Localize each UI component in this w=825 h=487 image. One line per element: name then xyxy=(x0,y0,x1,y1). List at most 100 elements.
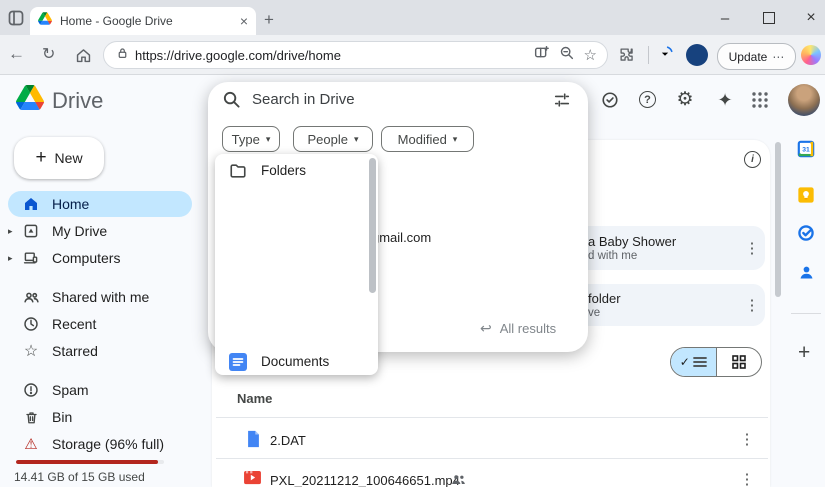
all-results-label: All results xyxy=(500,321,556,336)
tab-close-icon[interactable]: × xyxy=(240,13,248,29)
all-results-link[interactable]: ↩ All results xyxy=(480,320,556,337)
calendar-icon[interactable]: 31 xyxy=(797,140,815,163)
new-button[interactable]: + New xyxy=(14,137,104,179)
tasks-icon[interactable] xyxy=(797,224,815,247)
plus-icon: + xyxy=(35,147,46,169)
file-row[interactable]: 2.DAT ⋮ xyxy=(216,418,768,458)
browser-profile-avatar[interactable] xyxy=(686,44,708,66)
new-tab-button[interactable]: + xyxy=(264,10,274,30)
filter-chip-type[interactable]: Type ▾ xyxy=(222,126,280,152)
browser-tab[interactable]: Home - Google Drive × xyxy=(30,7,256,35)
search-icon[interactable] xyxy=(222,90,241,114)
chip-label: Modified xyxy=(398,132,447,147)
help-glyph: ? xyxy=(639,91,656,108)
favorites-star-icon[interactable]: ☆ xyxy=(584,46,597,64)
sidebar-item-my-drive[interactable]: ▸ My Drive xyxy=(0,218,200,244)
list-header-name[interactable]: Name xyxy=(237,391,272,406)
sidebar-item-starred[interactable]: ☆ Starred xyxy=(0,338,200,364)
sidebar-item-bin[interactable]: Bin xyxy=(0,404,200,430)
address-bar[interactable]: https://drive.google.com/drive/home ☆ xyxy=(103,41,608,69)
chevron-down-icon: ▾ xyxy=(453,134,458,145)
file-icon xyxy=(246,430,261,453)
sidebar-item-home[interactable]: Home xyxy=(0,191,200,217)
my-drive-icon xyxy=(22,222,40,240)
account-avatar[interactable] xyxy=(788,84,820,116)
side-panel-divider xyxy=(791,313,821,314)
sidebar-item-label: Recent xyxy=(52,316,96,332)
close-window-button[interactable]: × xyxy=(798,8,824,28)
view-toggle: ✓ xyxy=(670,347,762,377)
star-icon: ☆ xyxy=(22,342,40,360)
svg-text:31: 31 xyxy=(802,147,810,154)
card-subtitle: ve xyxy=(588,307,600,319)
file-row[interactable]: PXL_20211212_100646651.mp4 ⋮ xyxy=(216,458,768,487)
info-glyph: i xyxy=(744,151,761,168)
toolbar-divider xyxy=(648,46,649,64)
menu-item-documents[interactable]: Documents xyxy=(215,345,378,375)
card-more-icon[interactable]: ⋮ xyxy=(744,296,760,314)
file-name: 2.DAT xyxy=(270,433,306,448)
update-button[interactable]: Update ⋯ xyxy=(717,43,796,70)
gemini-sparkle-icon[interactable]: ✦ xyxy=(715,90,735,110)
expand-arrow-icon[interactable]: ▸ xyxy=(8,226,20,237)
copilot-icon[interactable] xyxy=(801,45,821,65)
downloads-icon[interactable] xyxy=(656,45,674,68)
sidebar-item-spam[interactable]: Spam xyxy=(0,377,200,403)
computers-icon xyxy=(22,249,40,267)
settings-gear-icon[interactable]: ⚙ xyxy=(675,90,695,110)
sidebar-item-recent[interactable]: Recent xyxy=(0,311,200,337)
keep-icon[interactable] xyxy=(797,186,815,209)
info-icon[interactable]: i xyxy=(744,151,761,168)
home-button[interactable] xyxy=(75,47,92,69)
search-input[interactable]: Search in Drive xyxy=(252,91,355,108)
zoom-out-icon[interactable] xyxy=(559,45,574,65)
tab-title: Home - Google Drive xyxy=(60,14,240,28)
storage-warning-icon: ⚠ xyxy=(22,435,40,453)
browser-window: Home - Google Drive × + – × ← ↻ https://… xyxy=(0,0,825,487)
checklist-status-icon[interactable] xyxy=(601,91,619,114)
expand-arrow-icon[interactable]: ▸ xyxy=(8,253,20,264)
sidebar-item-label: Starred xyxy=(52,343,98,359)
menu-item-folders[interactable]: Folders xyxy=(215,154,378,187)
drive-favicon xyxy=(38,12,52,30)
split-screen-icon[interactable] xyxy=(534,45,549,65)
apps-grid-icon[interactable] xyxy=(751,91,769,114)
return-arrow-icon: ↩ xyxy=(480,320,492,337)
tab-actions-icon[interactable] xyxy=(8,10,24,31)
file-more-icon[interactable]: ⋮ xyxy=(739,430,755,448)
card-more-icon[interactable]: ⋮ xyxy=(744,239,760,257)
video-file-icon xyxy=(244,470,261,487)
refresh-button[interactable]: ↻ xyxy=(42,44,55,64)
sidebar-item-storage[interactable]: ⚠ Storage (96% full) xyxy=(0,431,200,457)
filter-chip-modified[interactable]: Modified ▾ xyxy=(381,126,474,152)
search-suggestion[interactable]: gmail.com xyxy=(372,230,431,245)
filter-chip-people[interactable]: People ▾ xyxy=(293,126,373,152)
get-addons-button[interactable]: + xyxy=(798,341,810,365)
tune-filters-icon[interactable] xyxy=(553,91,571,114)
minimize-button[interactable]: – xyxy=(712,8,738,28)
help-icon[interactable]: ? xyxy=(639,91,656,108)
folder-icon xyxy=(229,162,247,180)
contacts-icon[interactable] xyxy=(798,264,815,286)
storage-used-text: 14.41 GB of 15 GB used xyxy=(14,470,145,484)
grid-view-button[interactable] xyxy=(717,348,762,376)
menu-scrollbar[interactable] xyxy=(369,158,376,293)
main-scrollbar[interactable] xyxy=(775,142,781,297)
maximize-icon xyxy=(763,12,775,24)
list-view-button[interactable]: ✓ xyxy=(671,348,717,376)
app-name: Drive xyxy=(52,88,103,114)
chip-label: People xyxy=(307,132,347,147)
maximize-button[interactable] xyxy=(756,8,782,28)
back-button[interactable]: ← xyxy=(8,44,25,64)
card-subtitle: d with me xyxy=(588,250,637,262)
sidebar-item-label: Bin xyxy=(52,409,72,425)
file-more-icon[interactable]: ⋮ xyxy=(739,470,755,487)
sidebar-item-computers[interactable]: ▸ Computers xyxy=(0,245,200,271)
sidebar-item-shared-with-me[interactable]: Shared with me xyxy=(0,284,200,310)
more-options-icon: ⋯ xyxy=(772,50,784,64)
extensions-icon[interactable] xyxy=(618,46,635,68)
chevron-down-icon: ▾ xyxy=(266,134,271,145)
sidebar-item-label: Storage (96% full) xyxy=(52,436,164,452)
card-title: a Baby Shower xyxy=(588,234,676,249)
new-label: New xyxy=(55,150,83,166)
